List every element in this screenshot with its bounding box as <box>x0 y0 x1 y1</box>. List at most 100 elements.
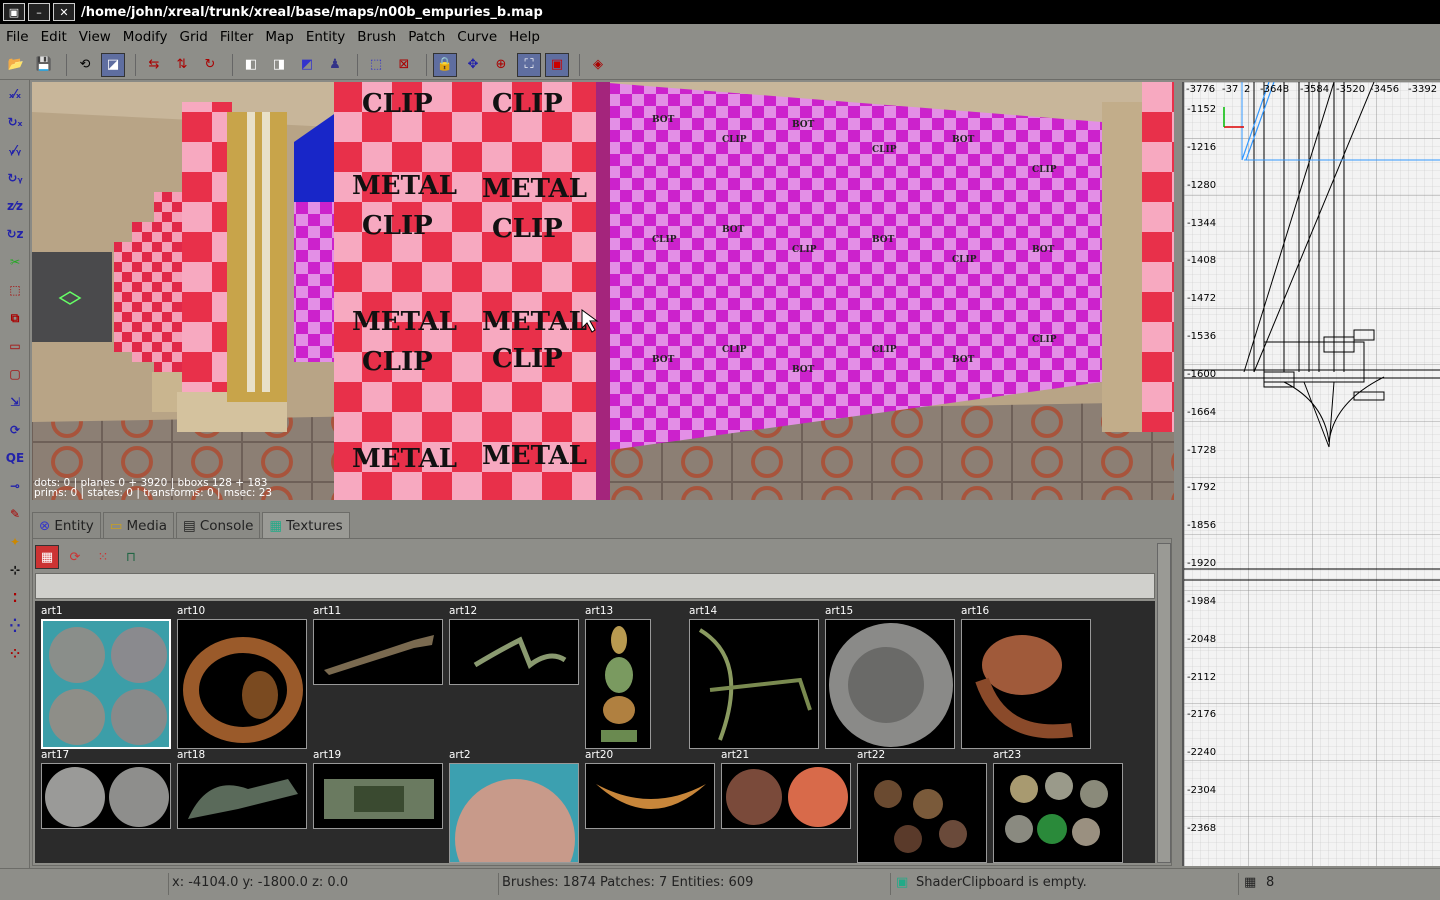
menu-brush[interactable]: Brush <box>351 29 402 45</box>
connect-icon[interactable]: ⊸ <box>0 472 30 500</box>
svg-text:CLIP: CLIP <box>872 345 897 355</box>
texture-thumbnail-art16[interactable] <box>961 619 1091 749</box>
flip-z-tool-icon[interactable]: z⁄z <box>0 192 30 220</box>
flip-y-tool-icon[interactable]: ᵧ⁄ᵧ <box>0 136 30 164</box>
menu-map[interactable]: Map <box>259 29 300 45</box>
texture-thumbnail-art23[interactable] <box>993 763 1123 863</box>
menu-grid[interactable]: Grid <box>174 29 214 45</box>
menu-help[interactable]: Help <box>503 29 546 45</box>
texture-name: art15 <box>825 605 854 617</box>
patch-bend-icon[interactable]: ✦ <box>0 528 30 556</box>
texture-thumbnail-art20[interactable] <box>585 763 715 829</box>
texture-filter-input[interactable] <box>35 573 1155 599</box>
panel-tabs: ⊗ Entity ▭ Media ▤ Console ▦ Textures <box>32 510 1172 538</box>
main-toolbar: 📂 💾 ⟲ ◪ ⇆ ⇅ ↻ ◧ ◨ ◩ ♟ ⬚ ⊠ 🔒 ✥ ⊕ ⛶ ▣ ◈ <box>0 50 1440 80</box>
select-inside-tool-icon[interactable]: ▭ <box>0 332 30 360</box>
light-icon[interactable]: ✎ <box>0 500 30 528</box>
texture-lock-icon[interactable]: ◈ <box>586 53 610 77</box>
flip-x-tool-icon[interactable]: ₓ⁄ₓ <box>0 80 30 108</box>
y-tick: -1152 <box>1187 104 1217 115</box>
texture-thumbnail-art13[interactable] <box>585 619 651 749</box>
menu-filter[interactable]: Filter <box>214 29 259 45</box>
select-partial-icon[interactable]: ◩ <box>295 53 319 77</box>
menu-entity[interactable]: Entity <box>300 29 351 45</box>
entity-icon[interactable]: ♟ <box>323 53 347 77</box>
rotate-y-tool-icon[interactable]: ↻ᵧ <box>0 164 30 192</box>
texture-thumbnail-art22[interactable] <box>857 763 987 863</box>
folder-icon: ▭ <box>109 517 123 534</box>
select-box-icon[interactable]: ⬚ <box>0 276 30 304</box>
texture-thumbnail-art12[interactable] <box>449 619 579 685</box>
tab-label: Textures <box>286 517 343 534</box>
tab-entity[interactable]: ⊗ Entity <box>32 512 101 538</box>
menu-file[interactable]: File <box>0 29 35 45</box>
qe-icon[interactable]: QE <box>0 444 30 472</box>
show-shaders-icon[interactable]: ⁙ <box>91 545 115 569</box>
texture-thumbnail-art19[interactable] <box>313 763 443 829</box>
rotate-icon[interactable]: ↻ <box>198 53 222 77</box>
refresh-icon[interactable]: ⟳ <box>63 545 87 569</box>
texture-thumbnail-art17[interactable] <box>41 763 171 829</box>
patch-insert-icon[interactable]: ⊹ <box>0 556 30 584</box>
view-all-icon[interactable]: ▦ <box>35 545 59 569</box>
texture-thumbnail-art18[interactable] <box>177 763 307 829</box>
camera-view-icon[interactable]: ◪ <box>101 52 125 77</box>
csg-merge-icon[interactable]: ⊠ <box>392 53 416 77</box>
texture-thumbnail-art21[interactable] <box>721 763 851 829</box>
patch-delete-icon[interactable]: ⁚ <box>0 584 30 612</box>
x-tick: -3776 <box>1186 84 1216 95</box>
ortho-view[interactable]: -3776 -37 2 -3648 -3584 -3520 -3456 -339… <box>1182 82 1440 866</box>
camera-viewport[interactable]: CLIP CLIP METAL METAL CLIP CLIP METAL ME… <box>32 82 1174 500</box>
texture-scrollbar[interactable] <box>1157 543 1171 863</box>
patch-cap-icon[interactable]: ⁛ <box>0 612 30 640</box>
texture-thumbnail-art1[interactable] <box>41 619 171 749</box>
menu-curve[interactable]: Curve <box>451 29 503 45</box>
select-touching-icon[interactable]: ◨ <box>267 53 291 77</box>
vertex-edit-icon[interactable]: ⊕ <box>489 53 513 77</box>
tab-textures[interactable]: ▦ Textures <box>262 512 350 538</box>
select-touching-tool-icon[interactable]: ▢ <box>0 360 30 388</box>
scale-icon[interactable]: ⛶ <box>517 52 541 77</box>
y-tick: -2112 <box>1187 672 1217 683</box>
y-tick: -1920 <box>1187 558 1217 569</box>
minimize-icon[interactable]: – <box>28 3 50 21</box>
texture-thumbnail-art2[interactable] <box>449 763 579 863</box>
open-icon[interactable]: 📂 <box>4 53 28 77</box>
clipper-icon[interactable]: ✂ <box>0 248 30 276</box>
tab-console[interactable]: ▤ Console <box>176 512 261 538</box>
patch-weld-icon[interactable]: ⁘ <box>0 640 30 668</box>
menu-view[interactable]: View <box>73 29 117 45</box>
resize-icon[interactable]: ▣ <box>545 52 569 77</box>
texture-thumbnail-art14[interactable] <box>689 619 819 749</box>
save-icon[interactable]: 💾 <box>32 53 56 77</box>
menu-patch[interactable]: Patch <box>402 29 451 45</box>
menu-modify[interactable]: Modify <box>117 29 174 45</box>
texture-browser: ▦ ⟳ ⁙ ⊓ art1 art10 art11 art12 art13 art… <box>32 538 1172 866</box>
csg-subtract-icon[interactable]: ⬚ <box>364 53 388 77</box>
rotate-z-tool-icon[interactable]: ↻z <box>0 220 30 248</box>
rotate-tool-icon[interactable]: ⟳ <box>0 416 30 444</box>
lock-icon[interactable]: 🔒 <box>433 52 457 77</box>
view-change-icon[interactable]: ⟲ <box>73 53 97 77</box>
close-icon[interactable]: ✕ <box>53 3 75 21</box>
drag-icon[interactable]: ✥ <box>461 53 485 77</box>
select-complete-icon[interactable]: ⧉ <box>0 304 30 332</box>
menu-edit[interactable]: Edit <box>35 29 73 45</box>
flip-y-icon[interactable]: ⇅ <box>170 53 194 77</box>
select-inside-icon[interactable]: ◧ <box>239 53 263 77</box>
window-menu-icon[interactable]: ▣ <box>3 3 25 21</box>
texture-thumbnail-art11[interactable] <box>313 619 443 685</box>
tag-icon[interactable]: ⊓ <box>119 545 143 569</box>
texture-grid: art1 art10 art11 art12 art13 art14 art15… <box>35 601 1155 863</box>
texture-thumbnail-art10[interactable] <box>177 619 307 749</box>
flip-x-icon[interactable]: ⇆ <box>142 53 166 77</box>
texture-thumbnail-art15[interactable] <box>825 619 955 749</box>
translate-icon[interactable]: ⇲ <box>0 388 30 416</box>
rotate-x-tool-icon[interactable]: ↻ₓ <box>0 108 30 136</box>
toolbar-separator <box>426 53 427 76</box>
toolbar-separator <box>357 53 358 76</box>
y-tick: -2240 <box>1187 747 1217 758</box>
svg-text:CLIP: CLIP <box>952 255 977 265</box>
x-tick: -3584 <box>1300 84 1330 95</box>
tab-media[interactable]: ▭ Media <box>102 512 175 538</box>
